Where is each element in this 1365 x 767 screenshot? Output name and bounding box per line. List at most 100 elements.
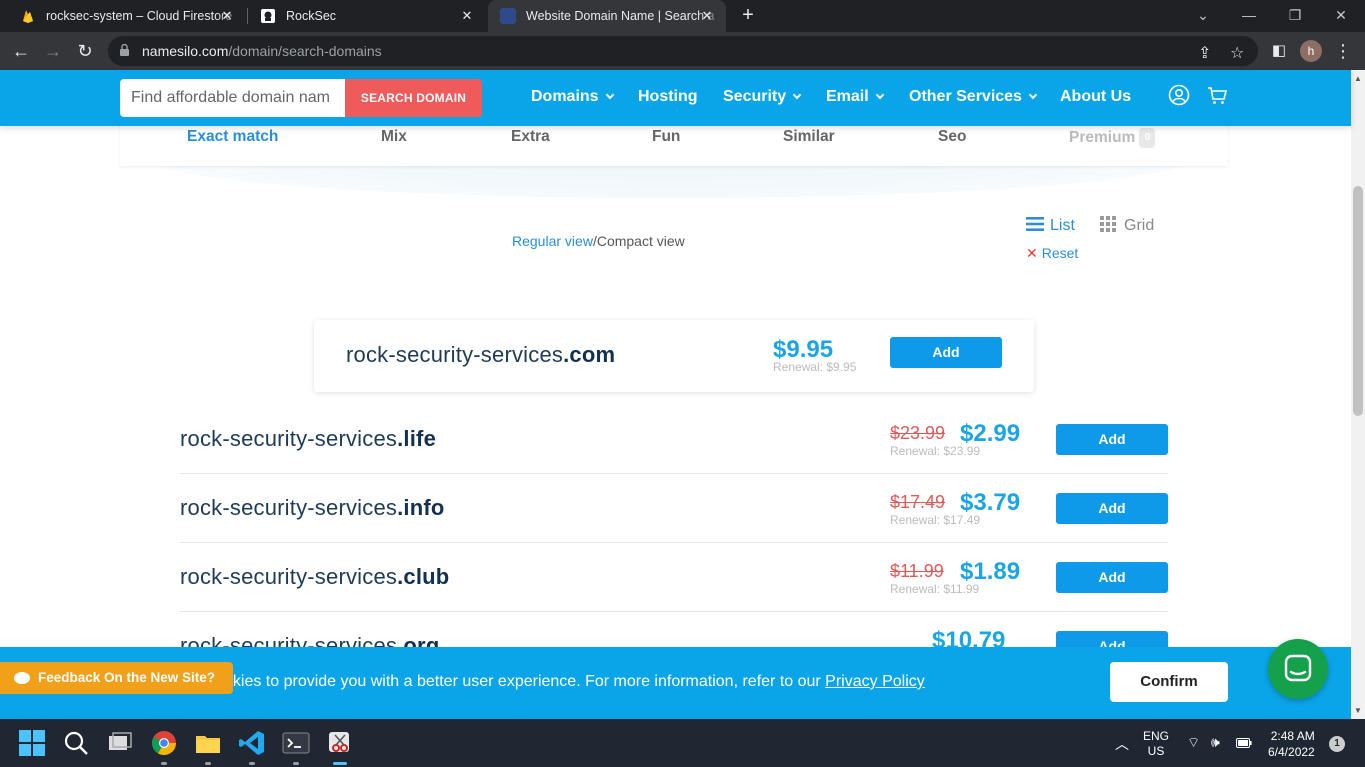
- live-chat-button[interactable]: [1268, 639, 1328, 699]
- tab-similar[interactable]: Similar: [783, 128, 835, 146]
- snipping-tool-icon[interactable]: [325, 728, 355, 758]
- premium-count-badge: 0: [1139, 128, 1156, 148]
- url-domain: namesilo.com: [142, 43, 229, 59]
- compact-view-link[interactable]: Compact view: [597, 233, 685, 249]
- close-tab-icon[interactable]: ✕: [698, 7, 716, 25]
- view-mode-toggle: Regular view/Compact view: [512, 233, 685, 249]
- vscode-icon[interactable]: [237, 728, 267, 758]
- tray-overflow-icon[interactable]: ︿: [1115, 734, 1129, 754]
- clock[interactable]: 2:48 AM 6/4/2022: [1268, 728, 1315, 760]
- nav-label: Hosting: [638, 88, 698, 105]
- scroll-up-icon[interactable]: ▲: [1354, 74, 1362, 83]
- tab-mix[interactable]: Mix: [381, 128, 407, 146]
- row-divider: [180, 542, 1168, 543]
- share-icon[interactable]: ⇪: [1198, 43, 1211, 63]
- address-bar[interactable]: namesilo.com/domain/search-domains ⇪ ☆: [108, 36, 1258, 66]
- wifi-icon[interactable]: ⌔: [1187, 734, 1200, 752]
- tab-premium-label: Premium: [1069, 129, 1136, 147]
- windows-start-icon[interactable]: [17, 728, 47, 758]
- close-window-button[interactable]: ✕: [1318, 0, 1364, 32]
- domain-tld: .life: [397, 426, 437, 451]
- add-to-cart-button[interactable]: Add: [1056, 562, 1168, 593]
- battery-icon[interactable]: [1236, 738, 1252, 748]
- renewal-price: Renewal: $23.99: [890, 444, 981, 458]
- nav-about-us[interactable]: About Us: [1060, 88, 1131, 106]
- menu-dots-icon[interactable]: ⋮: [1330, 39, 1356, 65]
- chat-bubble-icon: [1284, 654, 1312, 682]
- scrollbar-thumb[interactable]: [1353, 186, 1363, 416]
- domain-base: rock-security-services: [180, 426, 398, 451]
- chevron-down-icon: [792, 90, 802, 100]
- tab-title: RockSec: [286, 9, 337, 23]
- nav-email[interactable]: Email: [826, 88, 884, 106]
- file-explorer-icon[interactable]: [193, 728, 223, 758]
- tab-extra[interactable]: Extra: [511, 128, 550, 146]
- search-icon[interactable]: [61, 728, 91, 758]
- time: 2:48 AM: [1270, 729, 1315, 743]
- privacy-policy-link[interactable]: Privacy Policy: [825, 673, 925, 690]
- browser-tab-firestore[interactable]: rocksec-system – Cloud Firestore ✕: [8, 0, 246, 32]
- chat-icon: [14, 672, 30, 684]
- regular-view-link[interactable]: Regular view: [512, 233, 593, 249]
- browser-tab-namesilo[interactable]: Website Domain Name | Search a ✕: [488, 0, 726, 32]
- forward-arrow-icon[interactable]: →: [40, 39, 66, 65]
- domain-name: rock-security-services.info: [180, 495, 445, 521]
- close-tab-icon[interactable]: ✕: [218, 7, 236, 25]
- domain-base: rock-security-services: [346, 342, 564, 367]
- language-indicator[interactable]: ENG US: [1143, 729, 1169, 759]
- chevron-down-icon: [875, 90, 884, 100]
- browser-toolbar: ← → ↻ namesilo.com/domain/search-domains…: [0, 32, 1365, 70]
- restore-button[interactable]: ❐: [1272, 0, 1318, 32]
- tab-exact-match[interactable]: Exact match: [187, 128, 278, 146]
- scroll-down-icon[interactable]: ▼: [1354, 706, 1362, 715]
- add-to-cart-button[interactable]: Add: [1056, 493, 1168, 524]
- nav-hosting[interactable]: Hosting: [638, 88, 698, 106]
- new-tab-button[interactable]: +: [737, 5, 759, 27]
- nav-label: Email: [826, 88, 869, 105]
- add-to-cart-button[interactable]: Add: [1056, 424, 1168, 455]
- original-price: $17.49: [890, 492, 946, 512]
- profile-avatar[interactable]: h: [1300, 40, 1322, 62]
- chevron-down-icon: [1028, 90, 1038, 100]
- user-account-icon[interactable]: [1168, 84, 1190, 106]
- tab-seo[interactable]: Seo: [938, 128, 966, 146]
- side-panel-icon[interactable]: ◧: [1266, 39, 1292, 65]
- tab-title: rocksec-system – Cloud Firestore: [46, 9, 233, 23]
- tab-fun[interactable]: Fun: [652, 128, 680, 146]
- cookie-message: okies to provide you with a better user …: [224, 673, 925, 691]
- close-x-icon: ✕: [1026, 245, 1038, 261]
- terminal-icon[interactable]: [281, 728, 311, 758]
- reset-button[interactable]: ✕ Reset: [1026, 245, 1078, 262]
- feedback-button[interactable]: Feedback On the New Site?: [0, 662, 233, 694]
- minimize-button[interactable]: —: [1226, 0, 1272, 32]
- running-indicator: [249, 762, 255, 765]
- nav-other-services[interactable]: Other Services: [909, 88, 1038, 106]
- notification-badge[interactable]: 1: [1329, 736, 1345, 752]
- tab-premium[interactable]: Premium 0: [1069, 128, 1156, 148]
- nav-security[interactable]: Security: [723, 88, 802, 106]
- windows-taskbar: ︿ ENG US ⌔ 🕪 2:48 AM 6/4/2022 1: [0, 719, 1365, 767]
- list-view-button[interactable]: List: [1026, 216, 1075, 235]
- renewal-price: Renewal: $11.99: [890, 582, 980, 596]
- namesilo-icon: [500, 8, 516, 24]
- bookmark-star-icon[interactable]: ☆: [1230, 43, 1244, 63]
- nav-domains[interactable]: Domains: [531, 88, 614, 106]
- back-arrow-icon[interactable]: ←: [8, 39, 34, 65]
- cart-icon[interactable]: [1206, 84, 1228, 106]
- grid-view-button[interactable]: Grid: [1100, 216, 1154, 235]
- add-to-cart-button[interactable]: Add: [890, 337, 1002, 368]
- domain-search-input[interactable]: [120, 79, 346, 117]
- reload-icon[interactable]: ↻: [72, 39, 98, 65]
- tab-search-icon[interactable]: ⌄: [1180, 0, 1226, 32]
- volume-icon[interactable]: 🕪: [1211, 734, 1220, 751]
- domain-search-field[interactable]: [120, 79, 346, 117]
- confirm-cookies-button[interactable]: Confirm: [1110, 662, 1228, 702]
- chrome-icon[interactable]: [149, 728, 179, 758]
- url-text: namesilo.com/domain/search-domains: [142, 43, 382, 59]
- nav-label: Other Services: [909, 88, 1022, 105]
- search-domain-button[interactable]: SEARCH DOMAIN: [345, 79, 482, 117]
- browser-tab-rocksec[interactable]: RockSec ✕: [248, 0, 486, 32]
- task-view-icon[interactable]: [105, 728, 135, 758]
- close-tab-icon[interactable]: ✕: [458, 7, 476, 25]
- page-scrollbar[interactable]: ▲ ▼: [1351, 70, 1365, 719]
